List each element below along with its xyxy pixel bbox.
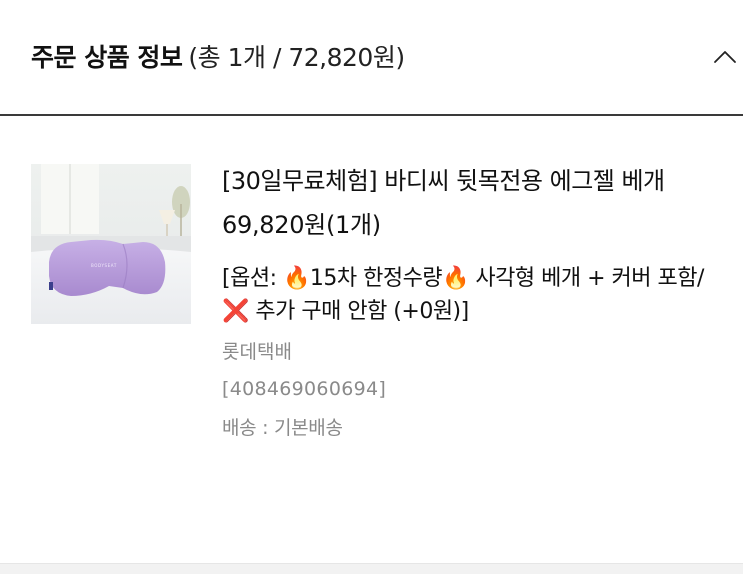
product-info: [30일무료체험] 바디씨 뒷목전용 에그젤 베개 69,820원(1개) [옵… — [222, 164, 712, 441]
order-items-header[interactable]: 주문 상품 정보 (총 1개 / 72,820원) — [0, 0, 743, 116]
collapse-toggle-button[interactable] — [712, 46, 738, 68]
chevron-up-icon — [714, 51, 736, 63]
order-summary: (총 1개 / 72,820원) — [188, 43, 405, 72]
product-name[interactable]: [30일무료체험] 바디씨 뒷목전용 에그젤 베개 — [222, 164, 712, 198]
tracking-number[interactable]: [408469060694] — [222, 376, 712, 402]
section-divider — [0, 563, 743, 574]
svg-text:BODYSEAT: BODYSEAT — [91, 263, 117, 268]
shipping-method: 배송 : 기본배송 — [222, 417, 343, 439]
product-thumbnail[interactable]: BODYSEAT — [31, 164, 191, 324]
courier-name: 롯데택배 — [222, 341, 292, 363]
order-item: BODYSEAT [30일무료체험] 바디씨 뒷목전용 에그젤 베개 69,82… — [0, 118, 743, 563]
section-title: 주문 상품 정보 (총 1개 / 72,820원) — [31, 40, 405, 76]
section-title-text: 주문 상품 정보 — [31, 43, 183, 72]
product-option: [옵션: 🔥15차 한정수량🔥 사각형 베개 + 커버 포함/❌ 추가 구매 안… — [222, 266, 704, 324]
product-image: BODYSEAT — [31, 164, 191, 324]
product-price: 69,820원(1개) — [222, 211, 381, 239]
